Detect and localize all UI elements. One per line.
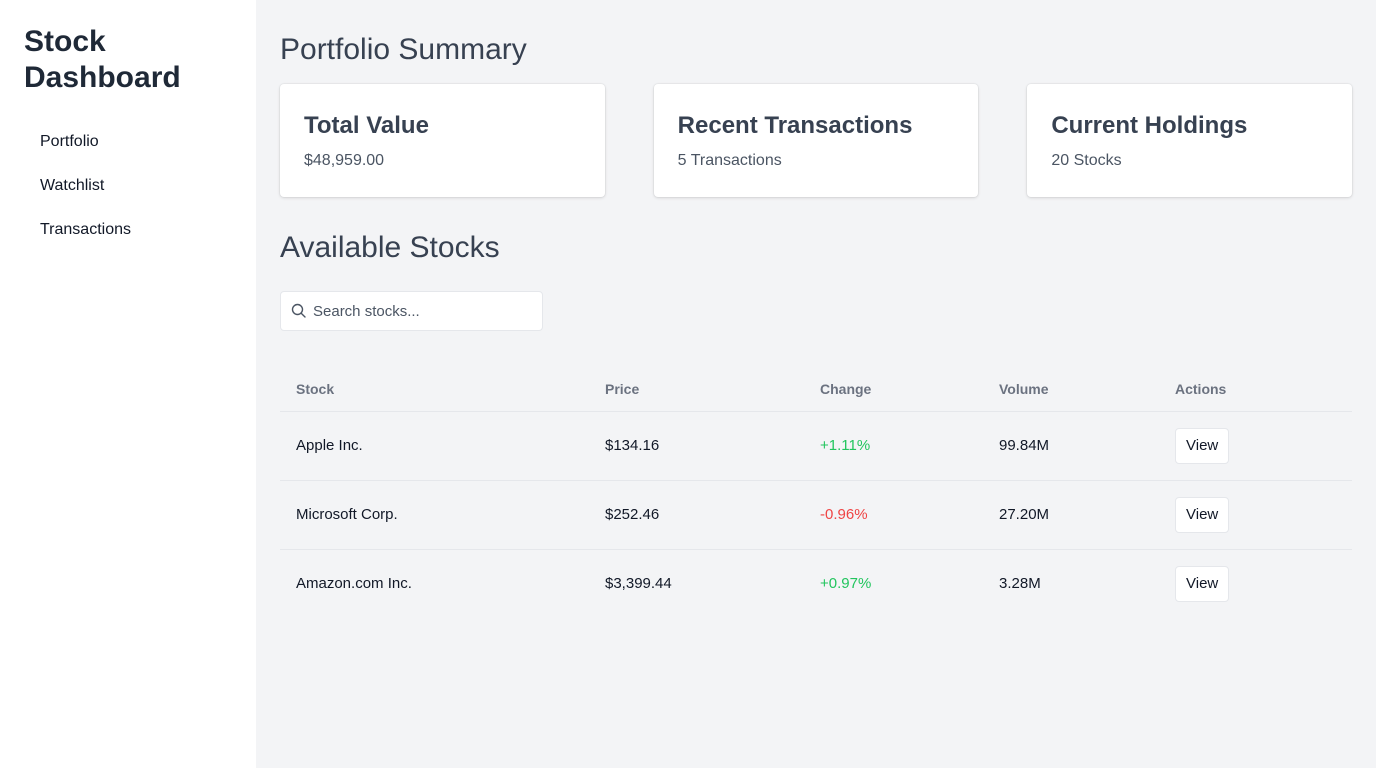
stock-name: Apple Inc. — [280, 411, 589, 481]
table-row: Apple Inc. $134.16 +1.11% 99.84M View — [280, 411, 1352, 481]
table-header-row: Stock Price Change Volume Actions — [280, 367, 1352, 412]
stock-actions: View — [1159, 411, 1352, 481]
search-input[interactable] — [313, 292, 538, 330]
summary-cards: Total Value $48,959.00 Recent Transactio… — [280, 84, 1353, 197]
stock-price: $134.16 — [589, 411, 804, 481]
search-icon — [291, 303, 306, 318]
sidebar-item-portfolio[interactable]: Portfolio — [24, 120, 232, 164]
stock-actions: View — [1159, 549, 1352, 618]
stock-change: +0.97% — [820, 575, 872, 593]
view-button[interactable]: View — [1175, 427, 1230, 464]
stock-volume: 99.84M — [983, 411, 1159, 481]
stock-price: $252.46 — [589, 480, 804, 550]
view-button[interactable]: View — [1175, 565, 1230, 602]
stock-price: $3,399.44 — [605, 575, 672, 593]
header-actions: Actions — [1159, 367, 1352, 412]
view-button[interactable]: View — [1175, 496, 1230, 533]
card-title: Recent Transactions — [677, 112, 913, 139]
current-holdings-card: Current Holdings 20 Stocks — [1027, 84, 1353, 197]
header-change: Change — [804, 367, 983, 412]
stock-change: +1.11% — [804, 411, 983, 481]
available-stocks-heading: Available Stocks — [280, 231, 500, 264]
stock-name: Microsoft Corp. — [280, 480, 589, 550]
card-value: $48,959.00 — [304, 152, 385, 169]
header-volume: Volume — [983, 367, 1159, 412]
header-price: Price — [589, 367, 804, 412]
sidebar-item-watchlist[interactable]: Watchlist — [24, 164, 232, 208]
main-content: Portfolio Summary Total Value $48,959.00… — [280, 0, 1353, 618]
table-row: Amazon.com Inc. $3,399.44 +0.97% 3.28M V… — [280, 549, 1352, 618]
sidebar-item-transactions[interactable]: Transactions — [24, 208, 232, 252]
stock-name: Amazon.com Inc. — [296, 575, 412, 593]
card-value: 5 Transactions — [677, 152, 782, 169]
portfolio-summary-heading: Portfolio Summary — [280, 33, 527, 66]
card-title: Current Holdings — [1051, 112, 1248, 139]
stock-change: -0.96% — [804, 480, 983, 550]
table-row: Microsoft Corp. $252.46 -0.96% 27.20M Vi… — [280, 480, 1352, 550]
total-value-card: Total Value $48,959.00 — [280, 84, 605, 197]
search-box[interactable] — [280, 291, 543, 331]
stock-volume: 27.20M — [983, 480, 1159, 550]
app-title: Stock Dashboard — [24, 25, 181, 94]
recent-transactions-card: Recent Transactions 5 Transactions — [653, 84, 979, 197]
card-value: 20 Stocks — [1051, 152, 1122, 169]
stock-actions: View — [1159, 480, 1352, 550]
stocks-table: Stock Price Change Volume Actions Apple … — [280, 367, 1352, 618]
sidebar-nav: Portfolio Watchlist Transactions — [24, 120, 232, 252]
stock-volume: 3.28M — [999, 575, 1041, 593]
card-title: Total Value — [304, 112, 429, 139]
sidebar: Stock Dashboard Portfolio Watchlist Tran… — [0, 0, 256, 768]
header-stock: Stock — [280, 367, 589, 412]
